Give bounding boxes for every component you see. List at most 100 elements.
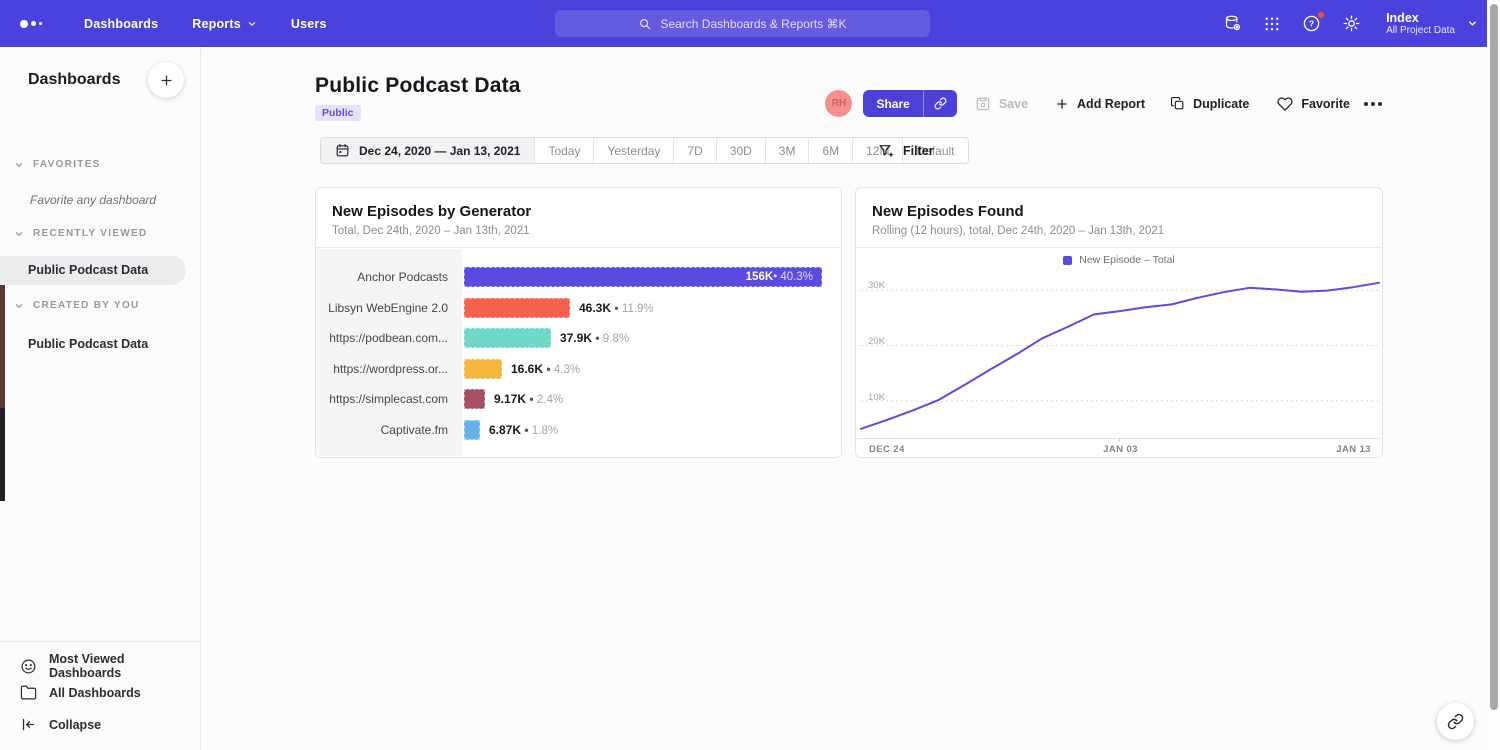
favorites-empty-text: Favorite any dashboard — [30, 193, 156, 207]
plus-icon — [159, 73, 174, 88]
favorite-button[interactable]: Favorite — [1277, 96, 1350, 112]
line-chart — [857, 253, 1383, 438]
chart-title: New Episodes by Generator — [332, 203, 825, 220]
notification-dot — [1317, 11, 1325, 19]
avatar[interactable]: RH — [825, 90, 852, 117]
bar-category-label: Captivate.fm — [317, 423, 462, 437]
bar-segment[interactable] — [464, 359, 502, 379]
collapse-sidebar-button[interactable]: Collapse — [20, 716, 101, 733]
project-name: Index — [1386, 11, 1455, 25]
bar-row: Captivate.fm 6.87K • 1.8% — [317, 415, 840, 446]
bar-segment[interactable]: 156K • 40.3% — [464, 267, 822, 287]
add-report-button[interactable]: Add Report — [1055, 97, 1145, 111]
bar-segment[interactable] — [464, 298, 570, 318]
chevron-down-icon — [1467, 18, 1478, 29]
chevron-down-icon — [14, 229, 24, 239]
heart-icon — [1277, 96, 1293, 112]
bar-category-label: https://wordpress.or... — [317, 362, 462, 376]
bar-chart: Anchor Podcasts156K • 40.3%Libsyn WebEng… — [317, 249, 840, 456]
sidebar-item-created-dashboard[interactable]: Public Podcast Data — [0, 330, 186, 359]
calendar-icon — [335, 143, 350, 158]
search-placeholder: Search Dashboards & Reports ⌘K — [660, 17, 846, 31]
sidebar-footer: Most Viewed Dashboards All Dashboards Co… — [0, 641, 200, 750]
svg-text:?: ? — [1309, 19, 1314, 29]
search-input[interactable]: Search Dashboards & Reports ⌘K — [555, 10, 930, 37]
x-tick-jan13: JAN 13 — [1336, 444, 1371, 455]
chart-subtitle: Rolling (12 hours), total, Dec 24th, 202… — [872, 225, 1366, 237]
scrollbar-thumb[interactable] — [1490, 4, 1498, 710]
data-sources-icon[interactable] — [1223, 14, 1242, 33]
chart-title: New Episodes Found — [872, 203, 1366, 220]
bar-row: https://podbean.com... 37.9K • 9.8% — [317, 323, 840, 354]
most-viewed-dashboards-button[interactable]: Most Viewed Dashboards — [20, 652, 200, 680]
nav-item-reports[interactable]: Reports — [192, 17, 257, 31]
share-button[interactable]: Share — [863, 90, 956, 117]
link-icon — [934, 97, 947, 110]
bar-row: https://wordpress.or... 16.6K • 4.3% — [317, 354, 840, 385]
sidebar: Dashboards FAVORITES Favorite any dashbo… — [0, 47, 201, 750]
project-switcher[interactable]: Index All Project Data — [1386, 11, 1478, 37]
nav-item-users[interactable]: Users — [291, 17, 327, 31]
bar-category-label: https://podbean.com... — [317, 331, 462, 345]
date-range-control: Dec 24, 2020 — Jan 13, 2021 Today Yester… — [320, 137, 969, 164]
apps-grid-icon[interactable] — [1263, 15, 1281, 33]
bar-segment[interactable] — [464, 328, 551, 348]
panel-new-episodes-found: New Episodes Found Rolling (12 hours), t… — [855, 187, 1383, 458]
background-image-strip — [0, 283, 5, 501]
bar-category-label: Anchor Podcasts — [317, 270, 462, 284]
settings-gear-icon[interactable] — [1342, 14, 1361, 33]
bar-row: https://simplecast.com 9.17K • 2.4% — [317, 384, 840, 415]
range-30d[interactable]: 30D — [717, 138, 766, 163]
sidebar-title: Dashboards — [28, 71, 120, 89]
bar-category-label: https://simplecast.com — [317, 392, 462, 406]
duplicate-icon — [1170, 96, 1185, 111]
help-icon[interactable]: ? — [1302, 14, 1321, 33]
chevron-down-icon — [247, 19, 257, 29]
create-dashboard-button[interactable] — [148, 62, 184, 98]
section-created-by-you[interactable]: CREATED BY YOU — [14, 300, 140, 311]
line-series — [861, 283, 1379, 429]
page-title: Public Podcast Data — [315, 74, 521, 98]
bar-value-label: 16.6K • 4.3% — [511, 362, 580, 376]
y-tick-20k: 20K — [868, 336, 885, 347]
bar-category-label: Libsyn WebEngine 2.0 — [317, 301, 462, 315]
sidebar-item-recent-dashboard[interactable]: Public Podcast Data — [0, 256, 186, 285]
range-yesterday[interactable]: Yesterday — [594, 138, 674, 163]
scrollbar-track — [1487, 0, 1500, 750]
range-today[interactable]: Today — [535, 138, 594, 163]
plus-icon — [1055, 97, 1069, 111]
filter-button[interactable]: Filter — [878, 137, 934, 164]
bar-segment[interactable] — [464, 389, 485, 409]
nav-item-dashboards[interactable]: Dashboards — [84, 17, 158, 31]
save-button[interactable]: Save — [975, 96, 1028, 112]
section-favorites[interactable]: FAVORITES — [14, 159, 101, 170]
bar-value-label: 6.87K • 1.8% — [489, 423, 558, 437]
more-options-button[interactable] — [1364, 102, 1382, 106]
range-6m[interactable]: 6M — [809, 138, 853, 163]
chevron-down-icon — [14, 301, 24, 311]
project-scope: All Project Data — [1386, 25, 1455, 37]
folder-icon — [20, 684, 37, 701]
bar-value-label: 37.9K • 9.8% — [560, 331, 629, 345]
bar-segment[interactable] — [464, 420, 480, 440]
x-tick-dec24: DEC 24 — [869, 444, 905, 455]
bar-row: Libsyn WebEngine 2.046.3K • 11.9% — [317, 293, 840, 324]
collapse-icon — [20, 716, 37, 733]
filter-funnel-icon — [878, 143, 894, 159]
main-content: Public Podcast Data Public Dec 24, 2020 … — [201, 47, 1500, 750]
link-icon — [1447, 713, 1464, 730]
range-7d[interactable]: 7D — [674, 138, 716, 163]
copy-link-button[interactable] — [924, 90, 957, 117]
smiley-icon — [20, 658, 37, 675]
y-tick-30k: 30K — [868, 280, 885, 291]
duplicate-button[interactable]: Duplicate — [1170, 96, 1249, 111]
range-3m[interactable]: 3M — [766, 138, 810, 163]
all-dashboards-button[interactable]: All Dashboards — [20, 684, 141, 701]
date-range-button[interactable]: Dec 24, 2020 — Jan 13, 2021 — [321, 138, 535, 163]
bar-row: Anchor Podcasts156K • 40.3% — [317, 262, 840, 293]
section-recently-viewed[interactable]: RECENTLY VIEWED — [14, 228, 148, 239]
bar-value-label: 9.17K • 2.4% — [494, 392, 563, 406]
share-link-fab[interactable] — [1437, 703, 1474, 740]
amplitude-logo-icon[interactable] — [20, 20, 56, 28]
x-axis-tickmark — [1119, 438, 1120, 442]
